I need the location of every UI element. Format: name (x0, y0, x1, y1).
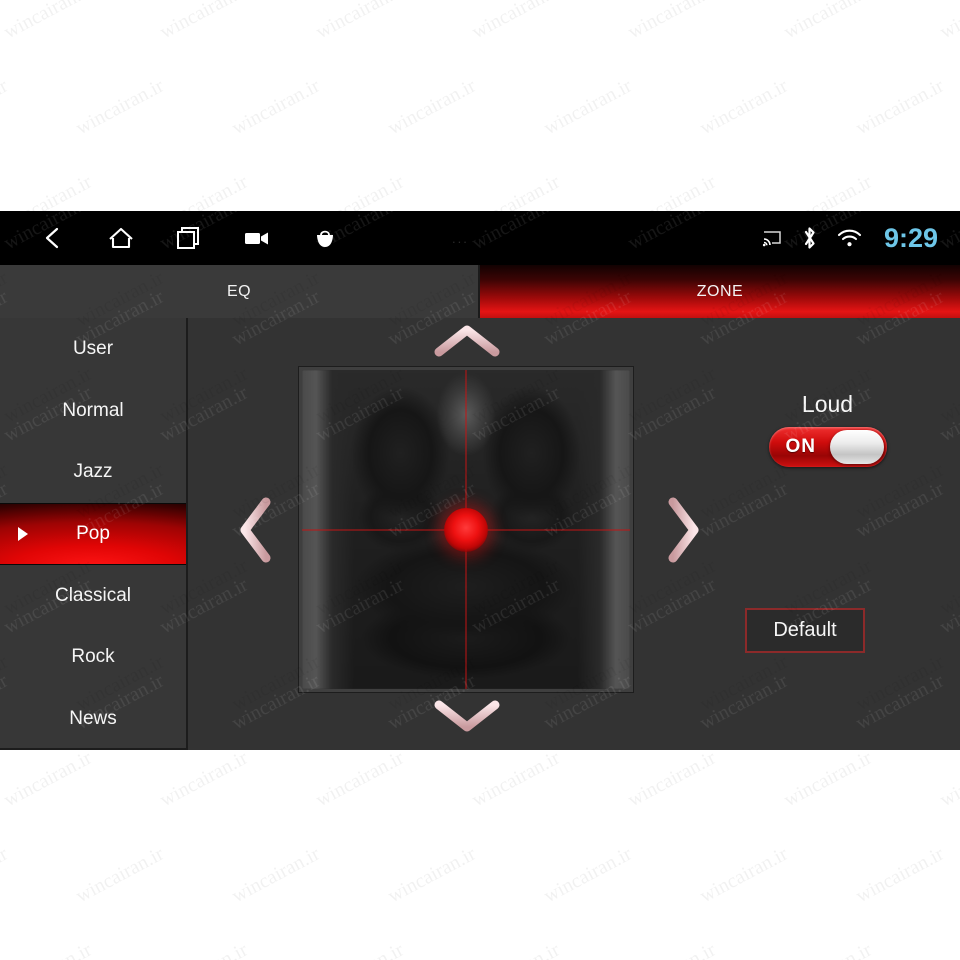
watermark-text: wincairan.ir (936, 939, 960, 960)
preset-item-news[interactable]: News (0, 688, 186, 750)
navigation-icon-group: ... (38, 223, 469, 253)
watermark-text: wincairan.ir (156, 746, 252, 812)
tab-zone[interactable]: ZONE (480, 265, 960, 318)
watermark-text: wincairan.ir (852, 842, 948, 908)
chevron-right-icon[interactable] (665, 496, 701, 564)
loudness-toggle[interactable]: ON (768, 427, 887, 467)
toggle-knob[interactable] (829, 430, 884, 464)
watermark-text: wincairan.ir (312, 746, 408, 812)
sound-focus-point[interactable] (444, 507, 488, 552)
apps-icon[interactable] (310, 223, 340, 253)
preset-label: Rock (71, 646, 115, 668)
preset-label: Classical (54, 584, 132, 606)
watermark-text: wincairan.ir (72, 842, 168, 908)
watermark-text: wincairan.ir (696, 842, 792, 908)
eq-preset-list: User Normal Jazz Pop Classical Rock News (0, 318, 188, 750)
watermark-text: wincairan.ir (312, 0, 408, 44)
chevron-left-icon[interactable] (238, 496, 274, 564)
watermark-text: wincairan.ir (936, 0, 960, 44)
loudness-control: Loud ON (740, 391, 915, 467)
watermark-text: wincairan.ir (780, 939, 876, 960)
watermark-text: wincairan.ir (936, 746, 960, 812)
watermark-text: wincairan.ir (72, 74, 168, 140)
watermark-text: wincairan.ir (384, 74, 480, 140)
zone-position-pad[interactable] (299, 367, 633, 692)
content-body: User Normal Jazz Pop Classical Rock News… (0, 318, 960, 750)
watermark-text: wincairan.ir (624, 746, 720, 812)
watermark-text: wincairan.ir (468, 0, 564, 44)
clock: 9:29 (883, 222, 938, 253)
preset-item-pop[interactable]: Pop (0, 503, 186, 565)
system-icon-group: 9:29 (762, 211, 938, 265)
bluetooth-icon[interactable] (801, 226, 818, 250)
recents-icon[interactable] (174, 223, 204, 253)
status-bar: ... 9:29 (0, 211, 960, 265)
home-icon[interactable] (106, 223, 136, 253)
preset-label: Pop (76, 522, 110, 544)
preset-item-normal[interactable]: Normal (0, 380, 186, 442)
watermark-text: wincairan.ir (228, 74, 324, 140)
wifi-icon[interactable] (837, 229, 862, 248)
watermark-text: wincairan.ir (468, 939, 564, 960)
watermark-text: wincairan.ir (156, 939, 252, 960)
watermark-text: wincairan.ir (0, 746, 96, 812)
car-headunit-screen: ... 9:29 EQ ZONE User Normal Jazz Pop Cl… (0, 211, 960, 750)
watermark-text: wincairan.ir (852, 74, 948, 140)
watermark-text: wincairan.ir (780, 0, 876, 44)
watermark-text: wincairan.ir (0, 842, 12, 908)
tab-eq[interactable]: EQ (0, 265, 480, 318)
watermark-text: wincairan.ir (696, 74, 792, 140)
loudness-state-text: ON (785, 436, 816, 457)
preset-label: Normal (62, 399, 124, 421)
watermark-text: wincairan.ir (156, 0, 252, 44)
watermark-text: wincairan.ir (624, 939, 720, 960)
watermark-text: wincairan.ir (0, 74, 12, 140)
watermark-text: wincairan.ir (468, 746, 564, 812)
watermark-text: wincairan.ir (540, 74, 636, 140)
preset-item-user[interactable]: User (0, 318, 186, 380)
preset-label: News (69, 707, 117, 729)
watermark-text: wincairan.ir (0, 0, 96, 44)
watermark-text: wincairan.ir (312, 939, 408, 960)
chevron-down-icon[interactable] (433, 697, 501, 733)
watermark-text: wincairan.ir (540, 842, 636, 908)
preset-label: Jazz (73, 461, 113, 483)
preset-label: User (72, 337, 114, 359)
preset-item-jazz[interactable]: Jazz (0, 441, 186, 503)
chevron-up-icon[interactable] (433, 324, 501, 360)
cast-icon[interactable] (762, 230, 782, 247)
watermark-text: wincairan.ir (0, 939, 96, 960)
screenshot-root: wincairan.ir wincairan.ir wincairan.ir winc… (0, 0, 960, 960)
zone-main-panel: Loud ON Default (190, 318, 960, 750)
selected-arrow-icon (18, 526, 28, 541)
tab-bar: EQ ZONE (0, 265, 960, 318)
back-icon[interactable] (38, 223, 68, 253)
watermark-text: wincairan.ir (780, 746, 876, 812)
preset-item-classical[interactable]: Classical (0, 565, 186, 627)
watermark-text: wincairan.ir (624, 0, 720, 44)
overflow-dots: ... (452, 230, 469, 246)
default-button[interactable]: Default (745, 608, 865, 653)
watermark-text: wincairan.ir (228, 842, 324, 908)
preset-item-rock[interactable]: Rock (0, 626, 186, 688)
loudness-label: Loud (801, 391, 854, 417)
camera-icon[interactable] (242, 223, 272, 253)
watermark-text: wincairan.ir (384, 842, 480, 908)
